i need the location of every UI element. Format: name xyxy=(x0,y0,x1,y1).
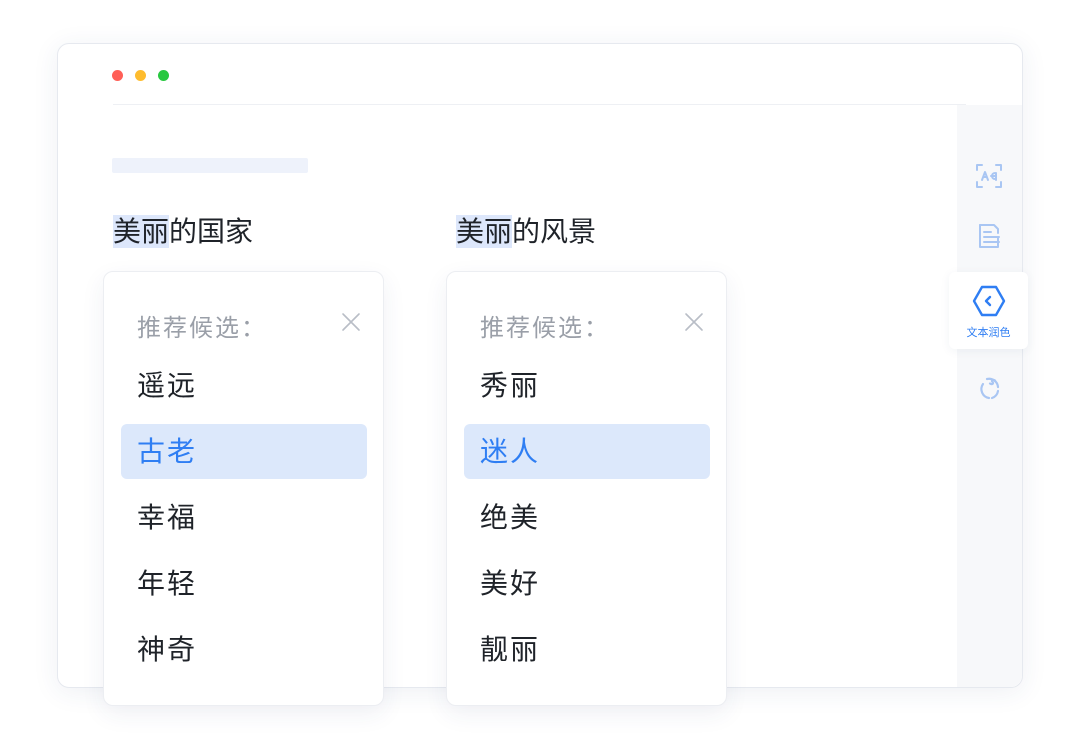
text-polish-icon xyxy=(971,284,1007,322)
sidebar-item-text-recognition[interactable] xyxy=(969,156,1009,196)
window-maximize-dot[interactable] xyxy=(158,70,169,81)
heading-rest: 的国家 xyxy=(169,215,254,248)
document-icon xyxy=(975,222,1003,250)
rewrite-icon xyxy=(975,374,1003,402)
title-divider xyxy=(113,104,966,105)
close-icon[interactable] xyxy=(341,312,361,332)
suggestion-label: 推荐候选： xyxy=(480,314,610,342)
sidebar-item-rewrite[interactable] xyxy=(969,368,1009,408)
suggestion-panel-scenery: 推荐候选： 秀丽 迷人 绝美 美好 靓丽 xyxy=(446,271,727,706)
suggestion-option[interactable]: 美好 xyxy=(464,556,710,611)
suggestion-option[interactable]: 神奇 xyxy=(121,622,367,677)
suggestion-panel-country: 推荐候选： 遥远 古老 幸福 年轻 神奇 xyxy=(103,271,384,706)
sidebar-item-document[interactable] xyxy=(969,216,1009,256)
suggestion-option[interactable]: 幸福 xyxy=(121,490,367,545)
sidebar-item-label: 文本润色 xyxy=(966,326,1011,339)
text-recognition-icon xyxy=(975,162,1003,190)
suggestion-option[interactable]: 年轻 xyxy=(121,556,367,611)
suggestion-option[interactable]: 遥远 xyxy=(121,358,367,413)
window-close-dot[interactable] xyxy=(112,70,123,81)
sidebar-item-text-polish[interactable]: 文本润色 xyxy=(949,272,1028,349)
phrase-heading-scenery[interactable]: 美丽的风景 xyxy=(456,210,596,254)
suggestion-option[interactable]: 秀丽 xyxy=(464,358,710,413)
suggestion-option-selected[interactable]: 迷人 xyxy=(464,424,710,479)
suggestion-label: 推荐候选： xyxy=(137,314,267,342)
highlighted-word[interactable]: 美丽 xyxy=(456,215,513,248)
suggestion-option-selected[interactable]: 古老 xyxy=(121,424,367,479)
placeholder-bar xyxy=(112,158,308,173)
heading-rest: 的风景 xyxy=(512,215,597,248)
highlighted-word[interactable]: 美丽 xyxy=(113,215,170,248)
window-minimize-dot[interactable] xyxy=(135,70,146,81)
phrase-heading-country[interactable]: 美丽的国家 xyxy=(113,210,253,254)
suggestion-option[interactable]: 绝美 xyxy=(464,490,710,545)
suggestion-option[interactable]: 靓丽 xyxy=(464,622,710,677)
close-icon[interactable] xyxy=(684,312,704,332)
